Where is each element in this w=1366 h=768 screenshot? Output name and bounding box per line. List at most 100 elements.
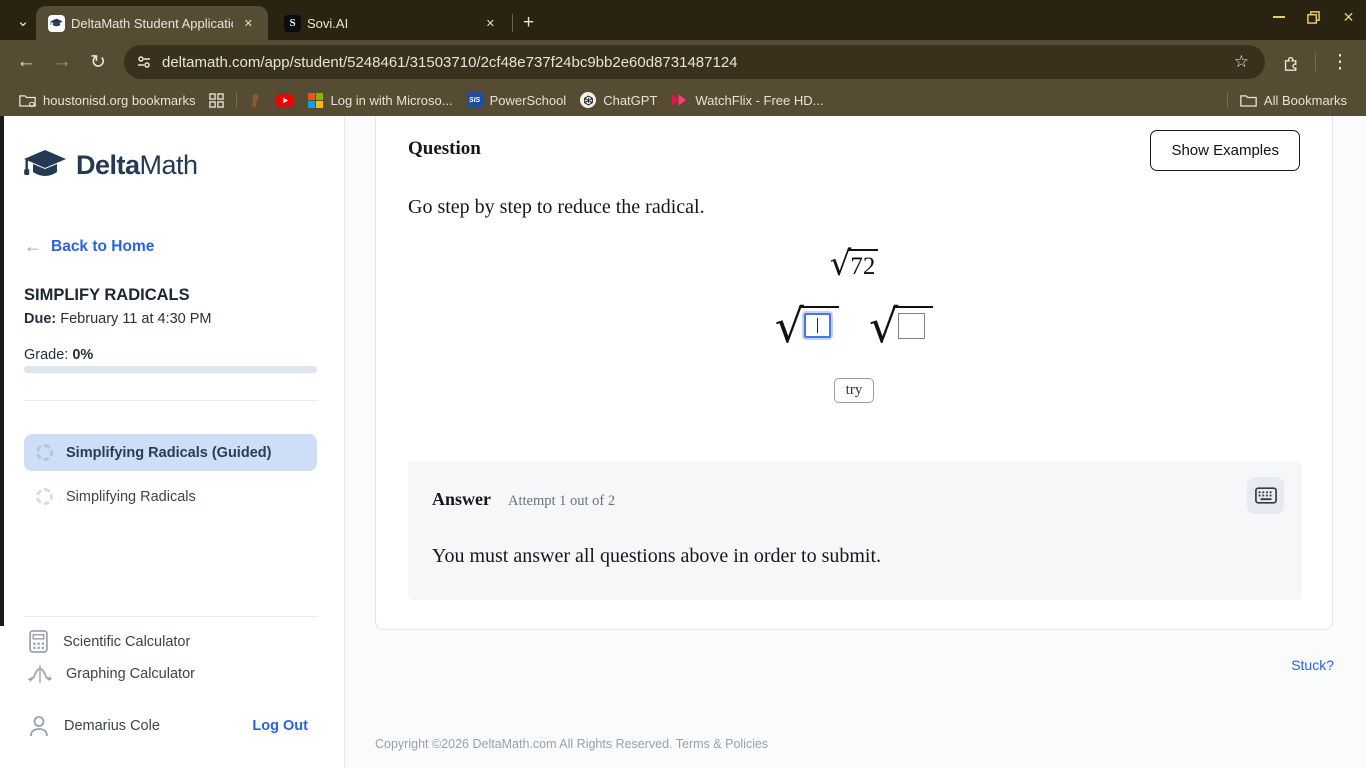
nav-item-label: Simplifying Radicals bbox=[66, 489, 196, 505]
try-button[interactable]: try bbox=[834, 378, 875, 403]
bookmark-houstonisd[interactable]: houstonisd.org bookmarks bbox=[12, 90, 202, 111]
reload-button[interactable]: ↻ bbox=[82, 46, 114, 78]
close-window-button[interactable]: ✕ bbox=[1331, 0, 1366, 34]
bookmark-star-icon[interactable]: ☆ bbox=[1230, 52, 1253, 72]
graduation-cap-icon bbox=[22, 148, 68, 182]
keyboard-button[interactable] bbox=[1247, 477, 1284, 514]
forward-button[interactable]: → bbox=[46, 46, 78, 78]
user-icon bbox=[28, 714, 50, 738]
nav-item-label: Simplifying Radicals (Guided) bbox=[66, 445, 271, 461]
main-area: Question Show Examples Go step by step t… bbox=[345, 116, 1366, 768]
copyright-text: Copyright ©2026 DeltaMath.com All Rights… bbox=[375, 737, 673, 751]
logo-delta: Delta bbox=[76, 150, 140, 180]
keyboard-icon bbox=[1255, 487, 1277, 504]
due-value: February 11 at 4:30 PM bbox=[56, 311, 211, 327]
bookmarks-separator bbox=[236, 92, 237, 108]
show-examples-button[interactable]: Show Examples bbox=[1150, 130, 1300, 171]
folder-icon bbox=[1240, 93, 1257, 108]
brown-favicon-icon bbox=[249, 93, 262, 108]
answer-panel: Answer Attempt 1 out of 2 You must answe… bbox=[408, 461, 1302, 600]
watchflix-icon bbox=[671, 93, 688, 107]
bookmark-label: Log in with Microso... bbox=[330, 93, 452, 108]
calculator-icon bbox=[28, 630, 49, 653]
toolbar-right: ⋮ bbox=[1273, 46, 1358, 78]
tab-deltamath[interactable]: DeltaMath Student Application ✕ bbox=[36, 6, 268, 40]
sidebar-divider bbox=[24, 400, 317, 401]
sovi-favicon: S bbox=[284, 15, 301, 32]
answer-heading: Answer bbox=[432, 489, 491, 510]
assignment-grade: Grade: 0% bbox=[24, 347, 93, 363]
sidebar-item-simplifying-radicals-guided[interactable]: Simplifying Radicals (Guided) bbox=[24, 434, 317, 471]
bookmark-watchflix[interactable]: WatchFlix - Free HD... bbox=[664, 90, 830, 111]
left-edge-strip bbox=[0, 116, 4, 626]
grade-label: Grade: bbox=[24, 347, 72, 363]
bookmark-chatgpt[interactable]: ChatGPT bbox=[573, 89, 664, 111]
all-bookmarks-label: All Bookmarks bbox=[1264, 93, 1347, 108]
progress-circle-icon bbox=[36, 488, 53, 505]
back-button[interactable]: ← bbox=[10, 46, 42, 78]
deltamath-favicon bbox=[48, 15, 65, 32]
window-controls: ✕ bbox=[1261, 0, 1366, 34]
back-to-home-link[interactable]: ← Back to Home bbox=[24, 236, 154, 257]
new-tab-button[interactable]: + bbox=[519, 12, 544, 40]
deltamath-logo[interactable]: DeltaMath bbox=[22, 148, 198, 182]
url-text[interactable]: deltamath.com/app/student/5248461/315037… bbox=[162, 54, 1230, 71]
assignment-due: Due: February 11 at 4:30 PM bbox=[24, 311, 212, 327]
sis-icon: SIS bbox=[467, 92, 483, 108]
close-icon: ✕ bbox=[1343, 9, 1355, 26]
sidebar-divider bbox=[24, 616, 317, 617]
address-bar[interactable]: deltamath.com/app/student/5248461/315037… bbox=[124, 45, 1265, 79]
question-prompt: Go step by step to reduce the radical. bbox=[408, 196, 705, 219]
youtube-icon bbox=[276, 94, 294, 107]
attempt-counter: Attempt 1 out of 2 bbox=[508, 493, 615, 510]
all-bookmarks-button[interactable]: All Bookmarks bbox=[1233, 90, 1354, 111]
restore-button[interactable] bbox=[1296, 0, 1331, 34]
close-tab-icon[interactable]: ✕ bbox=[481, 14, 500, 33]
stuck-link[interactable]: Stuck? bbox=[1291, 657, 1334, 673]
tab-title: Sovi.AI bbox=[307, 16, 475, 31]
graphing-calculator-link[interactable]: Graphing Calculator bbox=[28, 662, 195, 686]
all-bookmarks-area: All Bookmarks bbox=[1222, 90, 1354, 111]
browser-menu-button[interactable]: ⋮ bbox=[1324, 46, 1356, 78]
minimize-icon bbox=[1273, 16, 1285, 18]
radicand: 72 bbox=[848, 249, 878, 281]
tab-strip: ⌄ DeltaMath Student Application ✕ S Sovi… bbox=[0, 0, 1366, 40]
managed-folder-icon bbox=[19, 93, 36, 108]
radicand-input-2[interactable] bbox=[898, 313, 925, 339]
logout-link[interactable]: Log Out bbox=[252, 718, 308, 734]
site-info-icon[interactable] bbox=[136, 54, 152, 70]
grade-value: 0% bbox=[72, 347, 93, 363]
bookmark-label: ChatGPT bbox=[603, 93, 657, 108]
microsoft-icon bbox=[308, 93, 323, 108]
close-tab-icon[interactable]: ✕ bbox=[239, 14, 258, 33]
radicand-input-1[interactable] bbox=[804, 313, 831, 338]
math-zone: √ 72 √ √ try bbox=[376, 247, 1332, 403]
tab-search-button[interactable]: ⌄ bbox=[10, 8, 36, 34]
page-content: DeltaMath ← Back to Home SIMPLIFY RADICA… bbox=[0, 116, 1366, 768]
bookmark-apps-grid[interactable] bbox=[202, 90, 231, 111]
question-heading: Question bbox=[408, 138, 481, 160]
chatgpt-icon bbox=[580, 92, 596, 108]
graph-wave-icon bbox=[28, 662, 52, 686]
tab-sovi[interactable]: S Sovi.AI ✕ bbox=[272, 6, 510, 40]
logo-text: DeltaMath bbox=[76, 150, 198, 181]
bookmark-microsoft[interactable]: Log in with Microso... bbox=[301, 90, 459, 111]
scientific-calculator-link[interactable]: Scientific Calculator bbox=[28, 630, 190, 653]
extensions-button[interactable] bbox=[1275, 46, 1307, 78]
chevron-down-icon: ⌄ bbox=[17, 12, 30, 30]
terms-link[interactable]: Terms & Policies bbox=[676, 737, 768, 751]
radical-expression: √ 72 bbox=[376, 247, 1332, 281]
minimize-button[interactable] bbox=[1261, 0, 1296, 34]
sovi-glyph: S bbox=[289, 17, 295, 29]
bookmark-youtube[interactable] bbox=[269, 91, 301, 110]
back-to-home-label: Back to Home bbox=[51, 238, 154, 256]
bookmark-powerschool[interactable]: SIS PowerSchool bbox=[460, 89, 574, 111]
tab-title: DeltaMath Student Application bbox=[71, 16, 233, 31]
bookmarks-bar: houstonisd.org bookmarks Log in with Mic… bbox=[0, 84, 1366, 116]
bookmarks-separator bbox=[1227, 92, 1228, 108]
bookmark-favicon-item[interactable] bbox=[242, 90, 269, 111]
bookmark-label: WatchFlix - Free HD... bbox=[695, 93, 823, 108]
back-arrow-icon: ← bbox=[24, 236, 42, 257]
answer-header: Answer Attempt 1 out of 2 bbox=[432, 489, 615, 510]
sidebar-item-simplifying-radicals[interactable]: Simplifying Radicals bbox=[24, 478, 317, 515]
